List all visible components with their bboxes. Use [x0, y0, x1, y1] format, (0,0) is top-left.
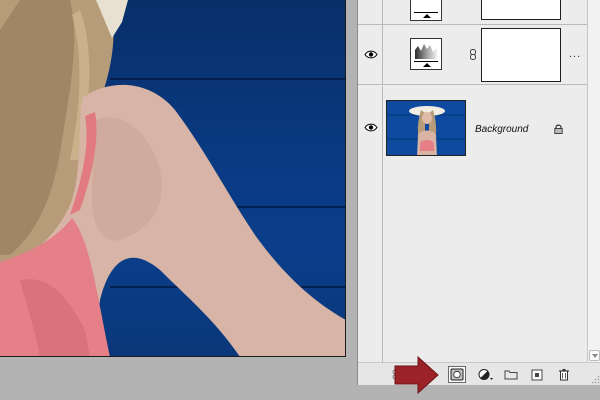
levels-slider-icon [423, 14, 431, 18]
link-icon[interactable] [470, 49, 476, 60]
histogram-baseline [414, 61, 438, 62]
eye-icon[interactable] [364, 50, 378, 59]
adjustment-thumbnail[interactable] [410, 0, 442, 21]
adjustment-thumbnail[interactable] [410, 38, 442, 70]
levels-slider-icon [423, 63, 431, 67]
lock-icon [554, 124, 563, 134]
layer-mask-icon [450, 368, 464, 381]
adjustment-layer-icon[interactable] [478, 368, 494, 381]
layers-panel: ... Background [357, 0, 600, 385]
visibility-toggle[interactable] [358, 0, 383, 24]
annotation-arrow-icon [394, 355, 439, 395]
histogram-icon [415, 44, 437, 59]
layer-row-adjustment-2[interactable]: ... [358, 25, 587, 85]
layers-scrollbar[interactable] [587, 0, 600, 362]
trash-icon[interactable] [557, 368, 571, 381]
more-indicator: ... [569, 48, 582, 60]
layer-mask-thumbnail[interactable] [481, 28, 561, 82]
add-mask-button[interactable] [448, 366, 466, 383]
new-layer-icon[interactable] [530, 368, 544, 381]
document-canvas[interactable] [0, 0, 346, 357]
resize-grip-icon[interactable] [592, 376, 600, 384]
photo-subject [0, 0, 345, 356]
layer-mask-thumbnail[interactable] [481, 0, 561, 20]
layer-name-background[interactable]: Background [475, 124, 528, 135]
visibility-toggle[interactable] [358, 86, 383, 362]
layer-row-adjustment-1[interactable] [358, 0, 587, 25]
eye-icon[interactable] [364, 123, 378, 132]
visibility-toggle[interactable] [358, 25, 383, 84]
layers-list: ... Background [358, 0, 587, 362]
histogram-baseline [414, 12, 438, 13]
scroll-down-button[interactable] [589, 350, 600, 361]
folder-icon[interactable] [504, 368, 518, 381]
thumbnail-image [387, 101, 465, 155]
background-thumbnail[interactable] [386, 100, 466, 156]
